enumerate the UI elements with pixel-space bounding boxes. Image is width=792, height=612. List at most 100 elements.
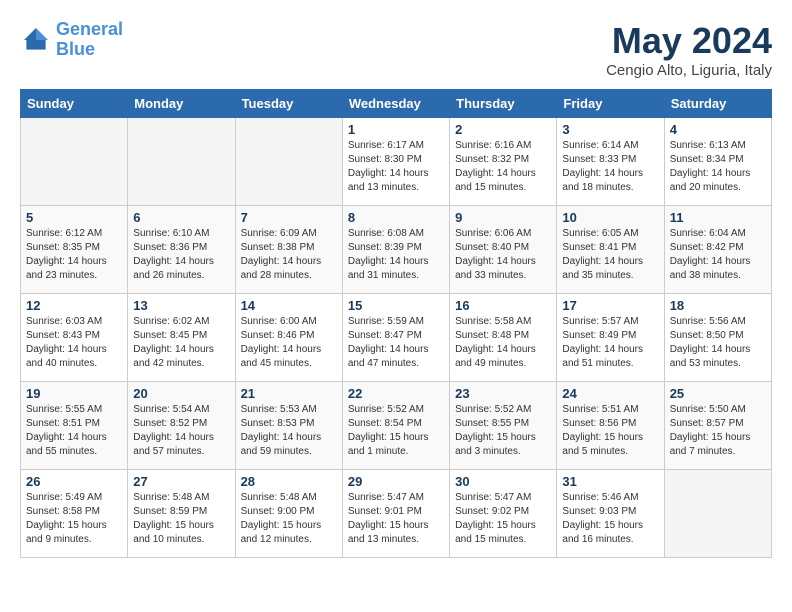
calendar-cell: 28 Sunrise: 5:48 AMSunset: 9:00 PMDayligh… <box>235 470 342 558</box>
day-number: 28 <box>241 474 337 489</box>
logo-text: General Blue <box>56 20 123 60</box>
calendar-week-row: 26 Sunrise: 5:49 AMSunset: 8:58 PMDayligh… <box>21 470 772 558</box>
calendar-cell: 14 Sunrise: 6:00 AMSunset: 8:46 PMDayligh… <box>235 294 342 382</box>
day-number: 21 <box>241 386 337 401</box>
cell-info: Sunrise: 6:04 AMSunset: 8:42 PMDaylight:… <box>670 227 766 283</box>
calendar-cell: 17 Sunrise: 5:57 AMSunset: 8:49 PMDayligh… <box>557 294 664 382</box>
cell-info: Sunrise: 6:13 AMSunset: 8:34 PMDaylight:… <box>670 139 766 195</box>
calendar-cell: 15Sunrise: 5:59 AMSunset: 8:47 PMDayligh… <box>342 294 449 382</box>
day-number: 14 <box>241 298 337 313</box>
calendar-week-row: 12 Sunrise: 6:03 AMSunset: 8:43 PMDayligh… <box>21 294 772 382</box>
calendar-cell: 7Sunrise: 6:09 AMSunset: 8:38 PMDaylight… <box>235 206 342 294</box>
calendar-cell: 30Sunrise: 5:47 AMSunset: 9:02 PMDayligh… <box>450 470 557 558</box>
day-number: 26 <box>26 474 122 489</box>
day-number: 16 <box>455 298 551 313</box>
cell-info: Sunrise: 6:10 AMSunset: 8:36 PMDaylight:… <box>133 227 229 283</box>
month-title: May 2024 <box>606 20 772 62</box>
day-number: 5 <box>26 210 122 225</box>
cell-info: Sunrise: 6:14 AMSunset: 8:33 PMDaylight:… <box>562 139 658 195</box>
weekday-header: Monday <box>128 90 235 118</box>
calendar-cell: 4 Sunrise: 6:13 AMSunset: 8:34 PMDaylight… <box>664 118 771 206</box>
logo-icon <box>20 24 52 56</box>
cell-info: Sunrise: 5:48 AMSunset: 9:00 PMDaylight:… <box>241 491 337 547</box>
day-number: 17 <box>562 298 658 313</box>
calendar-cell: 24Sunrise: 5:51 AMSunset: 8:56 PMDayligh… <box>557 382 664 470</box>
cell-info: Sunrise: 5:57 AMSunset: 8:49 PMDaylight:… <box>562 315 658 371</box>
day-number: 4 <box>670 122 766 137</box>
calendar-cell: 26 Sunrise: 5:49 AMSunset: 8:58 PMDayligh… <box>21 470 128 558</box>
logo-blue: Blue <box>56 39 95 59</box>
calendar-table: SundayMondayTuesdayWednesdayThursdayFrid… <box>20 89 772 558</box>
cell-info: Sunrise: 5:56 AMSunset: 8:50 PMDaylight:… <box>670 315 766 371</box>
logo: General Blue <box>20 20 123 60</box>
weekday-header: Tuesday <box>235 90 342 118</box>
day-number: 9 <box>455 210 551 225</box>
cell-info: Sunrise: 5:55 AMSunset: 8:51 PMDaylight:… <box>26 403 122 459</box>
day-number: 18 <box>670 298 766 313</box>
calendar-cell: 22 Sunrise: 5:52 AMSunset: 8:54 PMDayligh… <box>342 382 449 470</box>
day-number: 23 <box>455 386 551 401</box>
cell-info: Sunrise: 5:54 AMSunset: 8:52 PMDaylight:… <box>133 403 229 459</box>
day-number: 2 <box>455 122 551 137</box>
calendar-cell: 18 Sunrise: 5:56 AMSunset: 8:50 PMDayligh… <box>664 294 771 382</box>
cell-info: Sunrise: 6:03 AMSunset: 8:43 PMDaylight:… <box>26 315 122 371</box>
cell-info: Sunrise: 5:58 AMSunset: 8:48 PMDaylight:… <box>455 315 551 371</box>
weekday-header: Sunday <box>21 90 128 118</box>
day-number: 3 <box>562 122 658 137</box>
calendar-week-row: 5 Sunrise: 6:12 AMSunset: 8:35 PMDaylight… <box>21 206 772 294</box>
day-number: 1 <box>348 122 444 137</box>
calendar-week-row: 19 Sunrise: 5:55 AMSunset: 8:51 PMDayligh… <box>21 382 772 470</box>
calendar-cell: 12 Sunrise: 6:03 AMSunset: 8:43 PMDayligh… <box>21 294 128 382</box>
calendar-cell <box>21 118 128 206</box>
calendar-cell: 10Sunrise: 6:05 AMSunset: 8:41 PMDayligh… <box>557 206 664 294</box>
cell-info: Sunrise: 5:52 AMSunset: 8:54 PMDaylight:… <box>348 403 444 459</box>
calendar-cell: 11 Sunrise: 6:04 AMSunset: 8:42 PMDayligh… <box>664 206 771 294</box>
calendar-cell <box>664 470 771 558</box>
calendar-cell: 16 Sunrise: 5:58 AMSunset: 8:48 PMDayligh… <box>450 294 557 382</box>
weekday-header: Thursday <box>450 90 557 118</box>
calendar-cell: 23Sunrise: 5:52 AMSunset: 8:55 PMDayligh… <box>450 382 557 470</box>
weekday-header: Saturday <box>664 90 771 118</box>
cell-info: Sunrise: 6:17 AMSunset: 8:30 PMDaylight:… <box>348 139 444 195</box>
day-number: 11 <box>670 210 766 225</box>
calendar-cell: 8 Sunrise: 6:08 AMSunset: 8:39 PMDaylight… <box>342 206 449 294</box>
cell-info: Sunrise: 6:12 AMSunset: 8:35 PMDaylight:… <box>26 227 122 283</box>
day-number: 20 <box>133 386 229 401</box>
calendar-cell: 2Sunrise: 6:16 AMSunset: 8:32 PMDaylight… <box>450 118 557 206</box>
calendar-cell: 13Sunrise: 6:02 AMSunset: 8:45 PMDayligh… <box>128 294 235 382</box>
logo-general: General <box>56 19 123 39</box>
cell-info: Sunrise: 5:47 AMSunset: 9:01 PMDaylight:… <box>348 491 444 547</box>
calendar-cell: 27 Sunrise: 5:48 AMSunset: 8:59 PMDayligh… <box>128 470 235 558</box>
day-number: 24 <box>562 386 658 401</box>
day-number: 31 <box>562 474 658 489</box>
day-number: 19 <box>26 386 122 401</box>
day-number: 8 <box>348 210 444 225</box>
calendar-cell: 3 Sunrise: 6:14 AMSunset: 8:33 PMDaylight… <box>557 118 664 206</box>
day-number: 25 <box>670 386 766 401</box>
calendar-cell: 1 Sunrise: 6:17 AMSunset: 8:30 PMDaylight… <box>342 118 449 206</box>
page-header: General Blue May 2024 Cengio Alto, Ligur… <box>20 20 772 79</box>
calendar-cell: 21Sunrise: 5:53 AMSunset: 8:53 PMDayligh… <box>235 382 342 470</box>
weekday-header: Wednesday <box>342 90 449 118</box>
cell-info: Sunrise: 5:50 AMSunset: 8:57 PMDaylight:… <box>670 403 766 459</box>
calendar-cell <box>128 118 235 206</box>
day-number: 12 <box>26 298 122 313</box>
cell-info: Sunrise: 5:47 AMSunset: 9:02 PMDaylight:… <box>455 491 551 547</box>
day-number: 29 <box>348 474 444 489</box>
calendar-cell: 31Sunrise: 5:46 AMSunset: 9:03 PMDayligh… <box>557 470 664 558</box>
day-number: 6 <box>133 210 229 225</box>
day-number: 22 <box>348 386 444 401</box>
cell-info: Sunrise: 6:00 AMSunset: 8:46 PMDaylight:… <box>241 315 337 371</box>
calendar-week-row: 1 Sunrise: 6:17 AMSunset: 8:30 PMDaylight… <box>21 118 772 206</box>
day-number: 13 <box>133 298 229 313</box>
cell-info: Sunrise: 5:49 AMSunset: 8:58 PMDaylight:… <box>26 491 122 547</box>
calendar-cell: 19 Sunrise: 5:55 AMSunset: 8:51 PMDayligh… <box>21 382 128 470</box>
cell-info: Sunrise: 6:05 AMSunset: 8:41 PMDaylight:… <box>562 227 658 283</box>
calendar-cell <box>235 118 342 206</box>
cell-info: Sunrise: 6:06 AMSunset: 8:40 PMDaylight:… <box>455 227 551 283</box>
calendar-cell: 20 Sunrise: 5:54 AMSunset: 8:52 PMDayligh… <box>128 382 235 470</box>
cell-info: Sunrise: 5:48 AMSunset: 8:59 PMDaylight:… <box>133 491 229 547</box>
cell-info: Sunrise: 6:08 AMSunset: 8:39 PMDaylight:… <box>348 227 444 283</box>
day-number: 27 <box>133 474 229 489</box>
cell-info: Sunrise: 5:59 AMSunset: 8:47 PMDaylight:… <box>348 315 444 371</box>
